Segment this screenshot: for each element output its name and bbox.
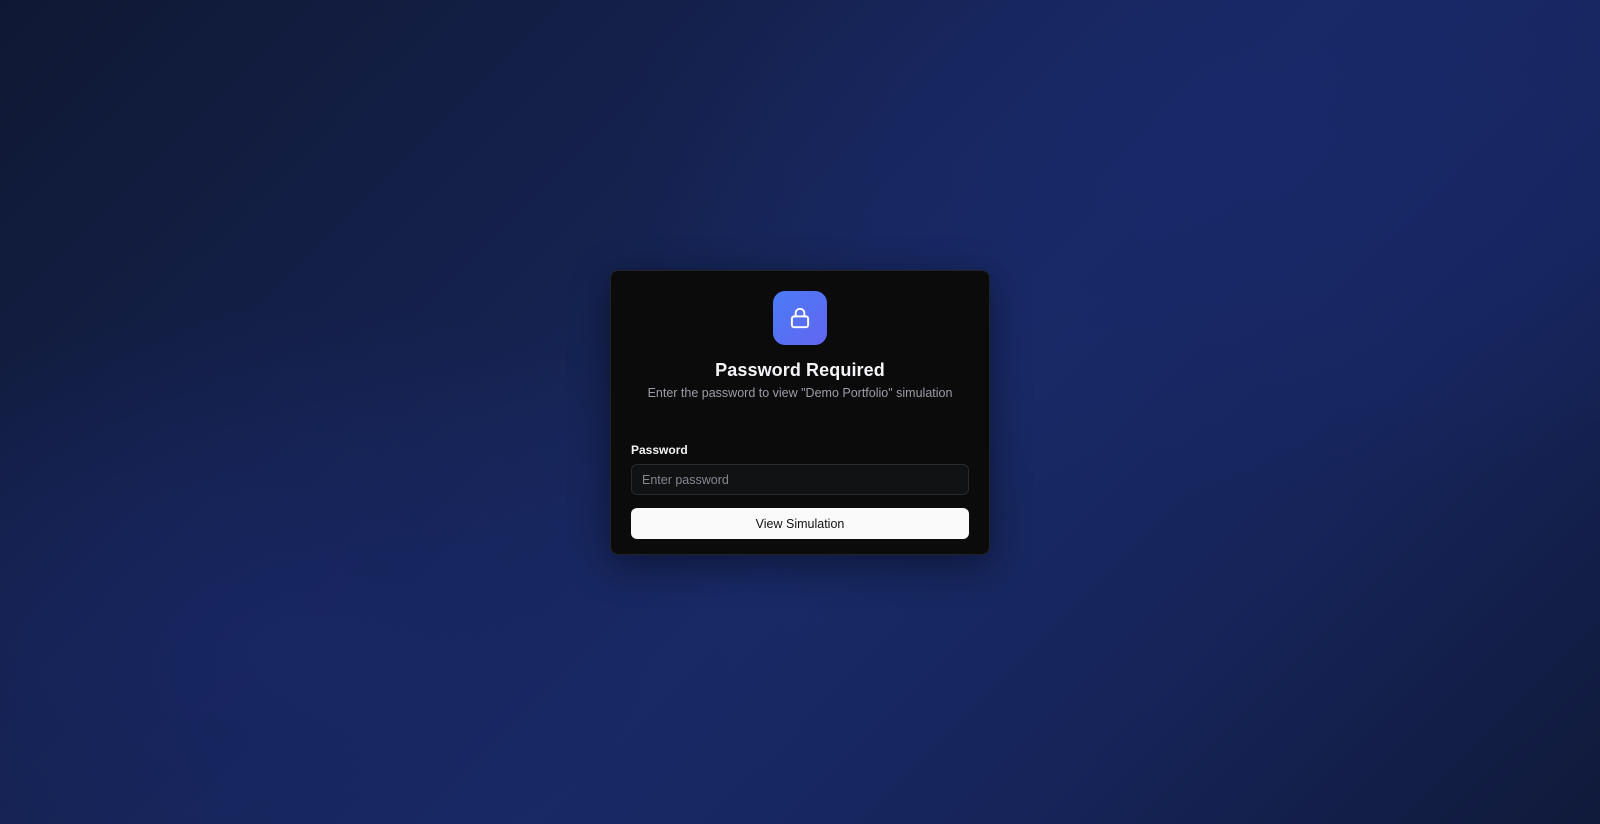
view-simulation-button[interactable]: View Simulation	[631, 508, 969, 539]
lock-icon	[790, 307, 810, 329]
dialog-title: Password Required	[715, 360, 885, 380]
lock-badge	[773, 291, 827, 345]
password-input[interactable]	[631, 464, 969, 495]
dialog-subtitle: Enter the password to view "Demo Portfol…	[647, 386, 953, 400]
password-label: Password	[631, 443, 688, 457]
password-dialog: Password Required Enter the password to …	[610, 270, 990, 555]
